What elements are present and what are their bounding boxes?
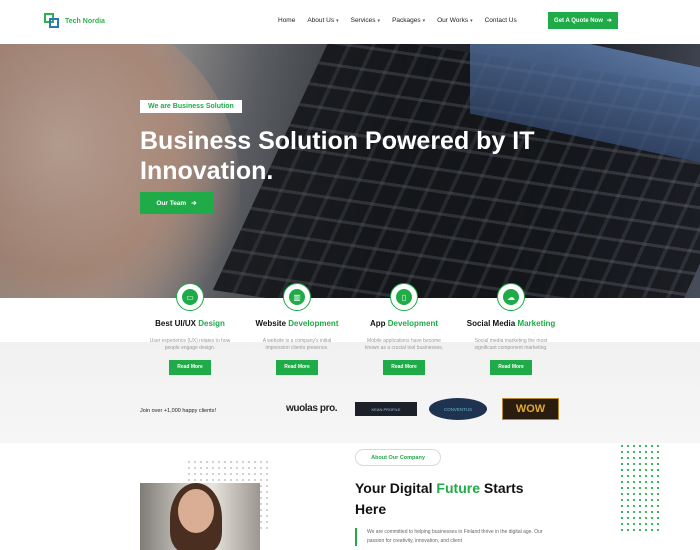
service-title: App Development <box>369 319 438 328</box>
brand-logo[interactable]: Tech Nordia <box>44 13 105 29</box>
nav-contact[interactable]: Contact Us <box>485 17 517 24</box>
service-title: Website Development <box>255 319 339 328</box>
client-logo-kean: KEAN PROFILE <box>355 402 417 416</box>
arrow-right-icon: ➔ <box>606 18 612 24</box>
about-pill: About Our Company <box>355 449 441 466</box>
chevron-down-icon: ▾ <box>422 18 426 24</box>
nav-about[interactable]: About Us ▾ <box>307 17 338 24</box>
client-logo-conventus: CONVENTUS <box>429 398 487 420</box>
service-description: User experience (UX) relates to how peop… <box>149 338 231 351</box>
chevron-down-icon: ▾ <box>377 18 381 24</box>
hero-badge: We are Business Solution <box>140 100 242 113</box>
read-more-button[interactable]: Read More <box>383 360 425 375</box>
read-more-button[interactable]: Read More <box>169 360 211 375</box>
service-card-app: ▯ App Development Mobile applications ha… <box>349 283 459 375</box>
arrow-right-icon: ➔ <box>191 200 197 207</box>
main-nav: Home About Us ▾ Services ▾ Packages ▾ Our W… <box>278 17 517 24</box>
get-quote-button[interactable]: Get A Quote Now ➔ <box>548 12 618 29</box>
nav-packages[interactable]: Packages ▾ <box>392 17 425 24</box>
network-icon: ☁ <box>497 283 525 311</box>
nav-home[interactable]: Home <box>278 17 295 24</box>
service-card-social: ☁ Social Media Marketing Social media ma… <box>456 283 566 375</box>
nav-services[interactable]: Services ▾ <box>351 17 380 24</box>
client-logo-wow: WOW <box>502 398 559 420</box>
service-description: A website is a company's initial impress… <box>262 338 332 351</box>
decorative-dots-green <box>619 443 663 533</box>
chevron-down-icon: ▾ <box>336 18 339 24</box>
clients-tagline: Join over +1,000 happy clients! <box>140 408 216 414</box>
service-title: Best UI/UX Design <box>155 319 225 328</box>
service-title: Social Media Marketing <box>466 319 556 328</box>
hero-title: Business Solution Powered by IT Innovati… <box>140 127 535 185</box>
site-header: Tech Nordia Home About Us ▾ Services ▾ Pac… <box>0 0 700 44</box>
about-text: We are committed to helping businesses i… <box>355 528 545 546</box>
service-card-uiux: ▭ Best UI/UX Design User experience (UX)… <box>135 283 245 375</box>
read-more-button[interactable]: Read More <box>276 360 318 375</box>
client-logo-wuolas: wuolas pro. <box>286 403 338 414</box>
about-title: Your Digital Future Starts Here <box>355 480 524 517</box>
team-member-photo <box>140 483 260 550</box>
read-more-button[interactable]: Read More <box>490 360 532 375</box>
mobile-icon: ▯ <box>390 283 418 311</box>
page: Tech Nordia Home About Us ▾ Services ▾ Pac… <box>0 0 700 550</box>
monitor-icon: ▭ <box>176 283 204 311</box>
service-description: Social media marketing the most signific… <box>474 338 548 351</box>
chevron-down-icon: ▾ <box>470 18 473 24</box>
service-card-website: ▥ Website Development A website is a com… <box>242 283 352 375</box>
nav-our-works[interactable]: Our Works ▾ <box>437 17 472 24</box>
service-description: Mobile applications have become known as… <box>364 338 444 351</box>
building-icon: ▥ <box>283 283 311 311</box>
logo-icon <box>44 13 60 29</box>
our-team-button[interactable]: Our Team ➔ <box>140 192 213 214</box>
brand-name: Tech Nordia <box>65 17 105 25</box>
